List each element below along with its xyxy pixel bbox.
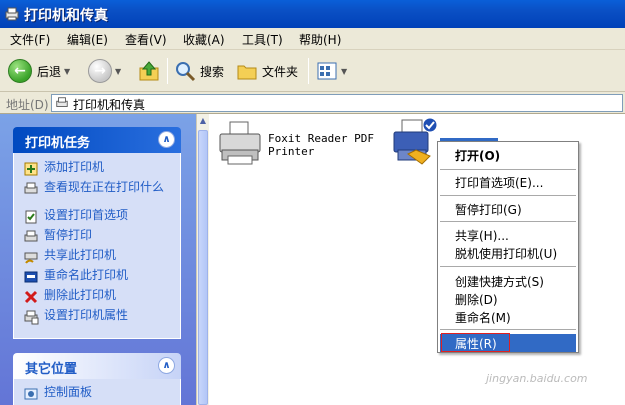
context-menu: 打开(O) 打印首选项(E)... 暂停打印(G) 共享(H)... 脱机使用打… [437,141,579,353]
views-button[interactable]: ▼ [316,58,347,84]
printer-tasks-title: 打印机任务 [25,136,91,151]
share-printer-icon [24,252,38,264]
address-bar: 地址(D) 打印机和传真 [0,92,625,114]
search-icon [176,62,196,82]
add-printer-icon [24,162,38,176]
properties-icon [24,310,39,325]
task-printing-preferences[interactable]: 设置打印首选项 [23,209,176,225]
menu-separator [440,266,576,267]
task-see-printing[interactable]: 查看现在正在打印什么 [23,181,176,197]
back-label: 后退 [37,64,62,79]
printer-item-default[interactable] [392,116,498,171]
menu-favorites[interactable]: 收藏(A) [183,31,225,48]
up-folder-icon [139,61,159,81]
delete-icon [24,290,38,304]
watermark: jingyan.baidu.com [486,372,588,385]
menu-edit[interactable]: 编辑(E) [67,31,108,48]
views-icon [317,62,337,80]
address-value: 打印机和传真 [73,98,146,112]
task-rename-printer[interactable]: 重命名此打印机 [23,269,176,285]
other-places-title: 其它位置 [25,362,78,377]
menu-separator [440,195,576,196]
printer-tasks-panel: 添加打印机 查看现在正在打印什么 设置打印首选项 暂停打印 共享此打印机 重命名… [13,153,181,339]
menu-use-offline[interactable]: 脱机使用打印机(U) [455,245,557,262]
menu-rename[interactable]: 重命名(M) [455,309,511,326]
title-bar[interactable]: 打印机和传真 [0,0,625,28]
menu-tools[interactable]: 工具(T) [242,31,283,48]
printer-item-foxit[interactable]: Foxit Reader PDF Printer [216,120,374,171]
printer-name: Foxit Reader PDF Printer [268,132,374,158]
control-panel-icon [24,388,38,400]
toolbar-separator [308,58,309,84]
folders-button[interactable]: 文件夹 [236,58,298,84]
task-pause-printing[interactable]: 暂停打印 [23,229,176,245]
menu-view[interactable]: 查看(V) [125,31,167,48]
menu-printing-preferences[interactable]: 打印首选项(E)... [455,174,543,191]
menu-separator [440,329,576,330]
folders-icon [237,65,257,80]
menu-separator [440,169,576,170]
default-printer-icon [393,117,438,165]
other-places-header[interactable]: 其它位置 ∧ [13,353,181,379]
address-label: 地址(D) [6,98,49,112]
printer-tasks-header[interactable]: 打印机任务 ∧ [13,127,181,153]
scroll-up-icon[interactable]: ▲ [198,116,208,128]
menu-pause-printing[interactable]: 暂停打印(G) [455,201,522,218]
back-button[interactable]: ← 后退 ▼ [8,58,70,84]
back-dropdown-icon[interactable]: ▼ [64,67,70,76]
search-label: 搜索 [200,64,225,79]
menu-bar: 文件(F) 编辑(E) 查看(V) 收藏(A) 工具(T) 帮助(H) [0,28,625,50]
folders-label: 文件夹 [262,64,299,79]
toolbar: ← 后退 ▼ → ▼ 搜索 文件夹 ▼ [0,50,625,92]
forward-button[interactable]: → ▼ [88,58,121,84]
pause-printer-icon [24,230,38,242]
search-button[interactable]: 搜索 [174,58,224,84]
forward-dropdown-icon[interactable]: ▼ [115,67,121,76]
printer-folder-icon [5,7,19,21]
task-printer-properties[interactable]: 设置打印机属性 [23,309,176,325]
menu-delete[interactable]: 删除(D) [455,291,498,308]
printer-folder-icon [56,97,68,107]
window-title: 打印机和传真 [24,8,108,24]
menu-create-shortcut[interactable]: 创建快捷方式(S) [455,273,544,290]
scrollbar-thumb[interactable] [198,130,208,405]
printer-icon [219,121,261,165]
menu-separator [440,221,576,222]
back-arrow-icon: ← [8,59,32,83]
collapse-icon[interactable]: ∧ [158,131,175,148]
menu-open[interactable]: 打开(O) [455,147,500,164]
up-folder-button[interactable] [137,58,161,84]
menu-file[interactable]: 文件(F) [10,31,50,48]
task-share-printer[interactable]: 共享此打印机 [23,249,176,265]
task-add-printer[interactable]: 添加打印机 [23,161,176,177]
annotation-highlight-box [441,333,510,352]
place-control-panel[interactable]: 控制面板 [23,386,176,402]
task-delete-printer[interactable]: 删除此打印机 [23,289,176,305]
print-queue-icon [24,182,38,194]
vertical-scrollbar[interactable]: ▲ [196,114,209,405]
views-dropdown-icon[interactable]: ▼ [341,67,347,76]
task-pane: 打印机任务 ∧ 添加打印机 查看现在正在打印什么 设置打印首选项 暂停打印 共享… [0,114,196,405]
menu-sharing[interactable]: 共享(H)... [455,227,509,244]
menu-help[interactable]: 帮助(H) [299,31,341,48]
other-places-panel: 控制面板 [13,379,181,405]
collapse-icon[interactable]: ∧ [158,357,175,374]
toolbar-separator [167,58,168,84]
forward-arrow-icon: → [88,59,112,83]
preferences-icon [25,210,37,224]
address-field[interactable]: 打印机和传真 [51,94,623,112]
rename-icon [24,271,38,283]
